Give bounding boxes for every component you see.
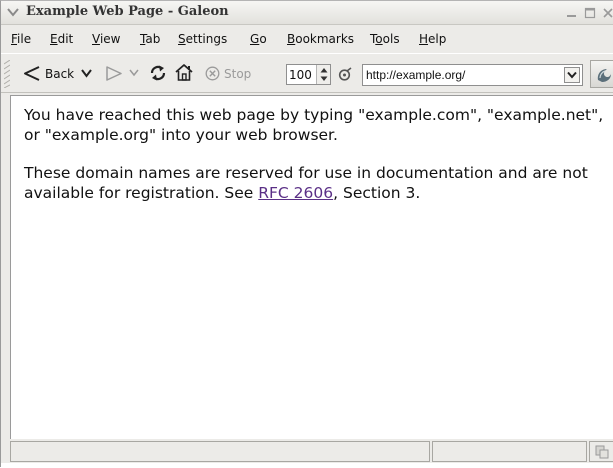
zoom-icon[interactable]	[338, 67, 353, 82]
menu-tab[interactable]: Tab	[140, 32, 160, 46]
galeon-throbber-icon	[597, 69, 611, 82]
galeon-throbber[interactable]	[590, 60, 613, 88]
back-history-chevron-icon[interactable]	[81, 69, 92, 78]
back-button-label[interactable]: Back	[45, 67, 74, 81]
resize-grip-icon[interactable]	[595, 445, 609, 459]
forward-arrow-icon[interactable]	[105, 65, 123, 82]
paragraph-1: You have reached this web page by typing…	[24, 106, 604, 144]
navigation-toolbar: Back Stop	[1, 53, 613, 93]
menu-go[interactable]: Go	[250, 32, 267, 46]
paragraph-2: These domain names are reserved for use …	[24, 163, 613, 203]
status-bar	[10, 441, 613, 463]
stop-icon[interactable]	[205, 66, 220, 81]
zoom-down-arrow-icon[interactable]	[320, 76, 328, 82]
close-icon[interactable]	[602, 7, 613, 19]
url-input[interactable]	[366, 67, 556, 83]
window-menu-icon[interactable]	[6, 5, 20, 19]
menu-file[interactable]: File	[11, 32, 31, 46]
maximize-icon[interactable]	[584, 7, 596, 19]
stop-button-label[interactable]: Stop	[224, 67, 251, 81]
page-content[interactable]: You have reached this web page by typing…	[10, 95, 613, 439]
menu-edit[interactable]: Edit	[50, 32, 73, 46]
zoom-spin-buttons[interactable]	[316, 65, 330, 84]
status-progress	[432, 441, 587, 462]
minimize-icon[interactable]	[566, 7, 578, 19]
zoom-spinbox[interactable]	[286, 64, 331, 85]
toolbar-grip[interactable]	[4, 60, 10, 88]
location-bar[interactable]	[362, 64, 583, 86]
menu-tools[interactable]: Tools	[370, 32, 400, 46]
menu-view[interactable]: View	[92, 32, 120, 46]
url-dropdown-button[interactable]	[564, 67, 580, 83]
zoom-up-arrow-icon[interactable]	[320, 67, 328, 73]
window-bottom-edge	[1, 463, 613, 468]
home-icon[interactable]	[174, 63, 194, 82]
browser-window: Example Web Page - Galeon File Edit View…	[0, 0, 613, 468]
menu-help[interactable]: Help	[419, 32, 446, 46]
menu-bar: File Edit View Tab Settings Go Bookmarks…	[1, 26, 613, 52]
status-message	[10, 441, 430, 462]
url-dropdown-icon	[567, 71, 577, 79]
title-bar[interactable]: Example Web Page - Galeon	[1, 1, 613, 25]
reload-icon[interactable]	[149, 64, 167, 82]
rfc-2606-link[interactable]: RFC 2606	[258, 184, 333, 202]
zoom-input[interactable]	[289, 66, 315, 83]
menu-bookmarks[interactable]: Bookmarks	[287, 32, 354, 46]
status-security[interactable]	[589, 441, 613, 462]
back-arrow-icon[interactable]	[23, 65, 41, 82]
window-title: Example Web Page - Galeon	[26, 4, 229, 19]
menu-settings[interactable]: Settings	[178, 32, 227, 46]
forward-history-chevron-icon[interactable]	[129, 69, 139, 77]
paragraph-2-suffix: , Section 3.	[333, 184, 421, 202]
